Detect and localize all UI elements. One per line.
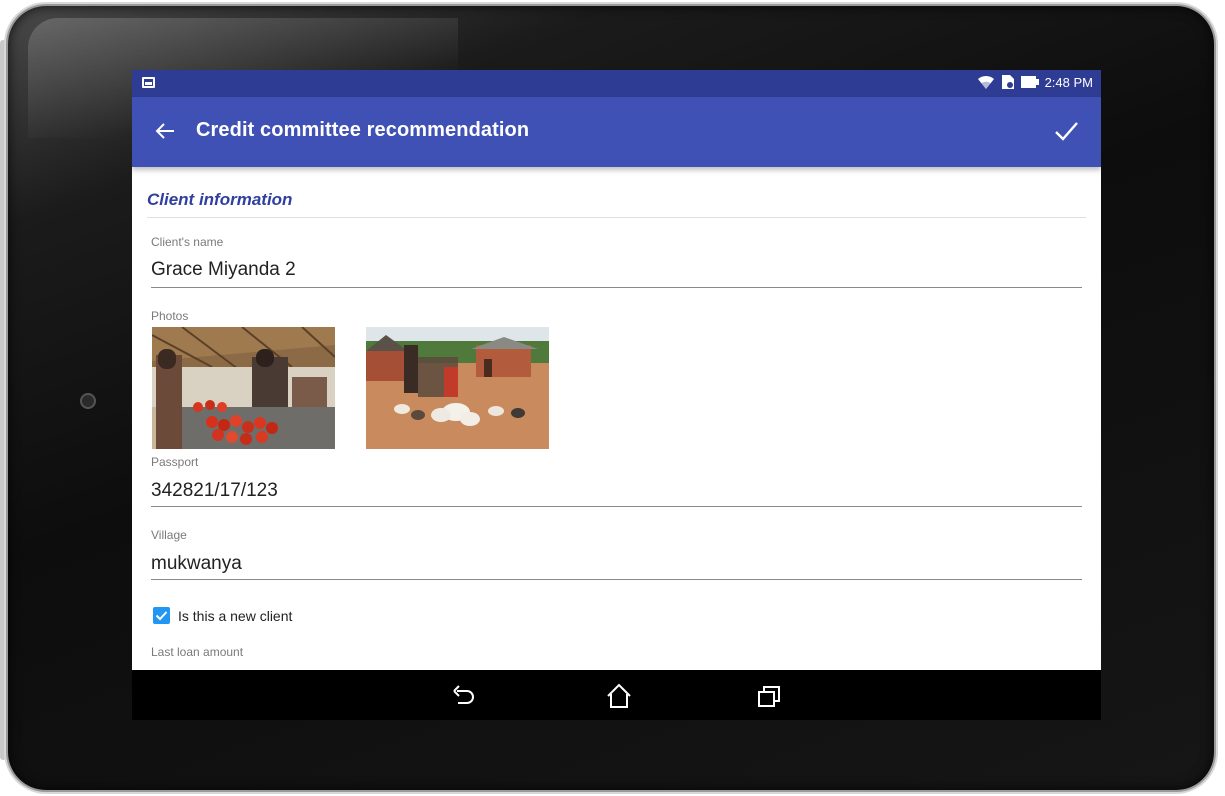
status-icons: 2:48 PM — [977, 74, 1093, 90]
status-bar: 2:48 PM — [132, 70, 1101, 97]
passport-label: Passport — [151, 455, 199, 469]
photos-label: Photos — [151, 309, 189, 323]
new-client-checkbox[interactable] — [153, 607, 170, 624]
section-title: Client information — [147, 190, 293, 209]
page-title: Credit committee recommendation — [196, 119, 530, 141]
battery-icon — [1020, 76, 1039, 88]
sim-icon — [1001, 75, 1014, 89]
back-nav-icon[interactable] — [450, 683, 478, 709]
home-nav-icon[interactable] — [605, 683, 633, 709]
tablet-screen: 2:48 PM Credit committee recommendation … — [132, 70, 1101, 720]
check-icon[interactable] — [1053, 119, 1079, 143]
new-client-checkbox-row[interactable]: Is this a new client — [153, 607, 292, 624]
client-name-field[interactable]: Grace Miyanda 2 — [151, 259, 296, 281]
wifi-icon — [977, 75, 994, 89]
recents-nav-icon[interactable] — [755, 683, 783, 709]
system-nav-bar — [132, 670, 1101, 720]
client-name-label: Client's name — [151, 235, 224, 249]
village-label: Village — [151, 528, 187, 542]
last-loan-amount-label: Last loan amount — [151, 645, 244, 659]
front-camera — [80, 393, 96, 409]
image-notification-icon — [142, 77, 155, 88]
village-chickens-photo[interactable] — [366, 327, 549, 449]
village-field[interactable]: mukwanya — [151, 553, 242, 575]
status-time: 2:48 PM — [1044, 74, 1093, 90]
checkmark-icon — [155, 611, 168, 621]
passport-underline — [151, 506, 1082, 507]
market-stall-photo[interactable] — [152, 327, 335, 449]
client-name-underline — [151, 287, 1082, 288]
device-edge — [0, 40, 6, 760]
new-client-label: Is this a new client — [178, 607, 293, 624]
section-divider — [147, 217, 1086, 218]
arrow-left-icon[interactable] — [154, 120, 176, 142]
village-underline — [151, 579, 1082, 580]
form-content: Client information Client's name Grace M… — [132, 167, 1101, 670]
app-bar: Credit committee recommendation — [132, 97, 1101, 167]
passport-field[interactable]: 342821/17/123 — [151, 480, 278, 502]
